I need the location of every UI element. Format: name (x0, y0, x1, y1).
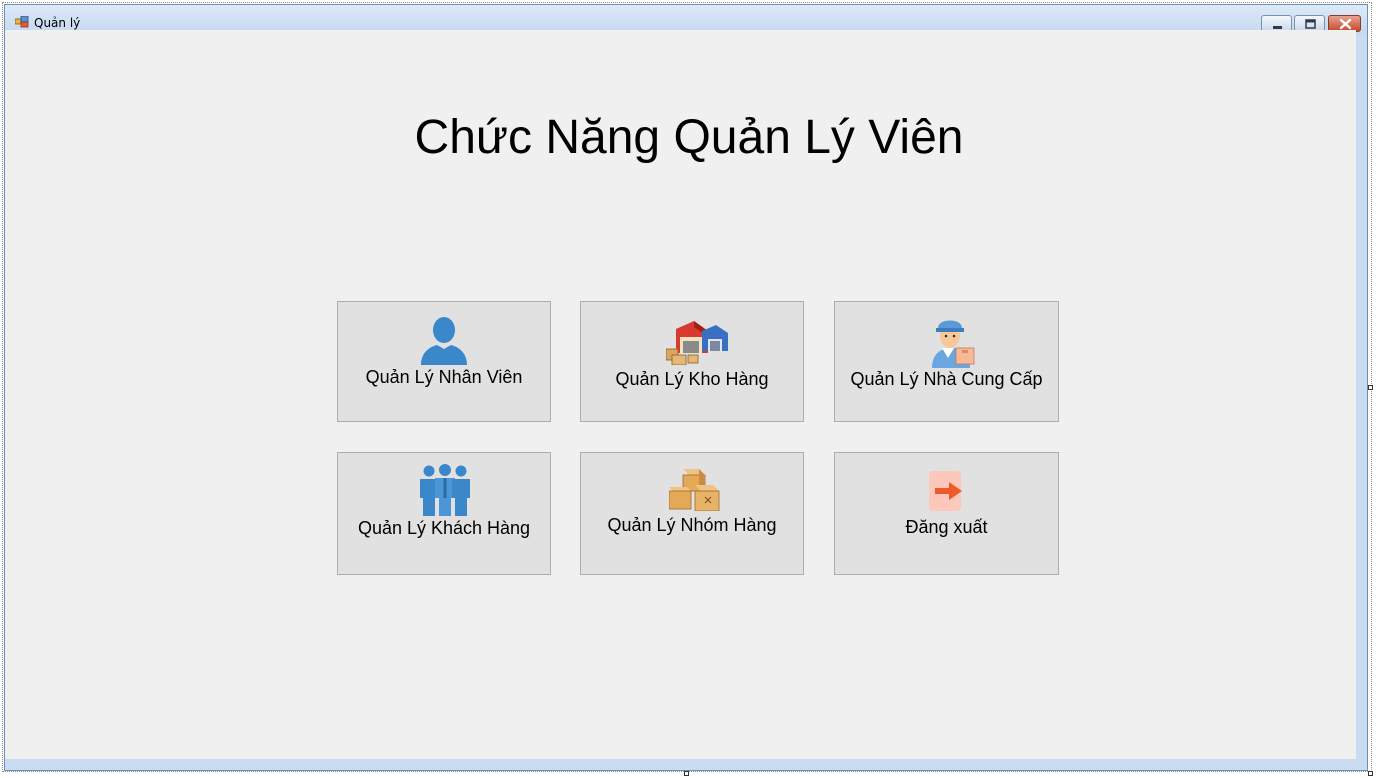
supplier-management-label: Quản Lý Nhà Cung Cấp (850, 369, 1043, 389)
window-title: Quản lý (34, 16, 81, 30)
group-of-people-icon (420, 464, 470, 516)
customer-management-label: Quản Lý Khách Hàng (357, 518, 531, 538)
employee-management-label: Quản Lý Nhân Viên (365, 367, 523, 387)
product-group-management-button[interactable]: Quản Lý Nhóm Hàng (580, 452, 804, 575)
delivery-man-icon (932, 320, 975, 368)
warehouse-management-label: Quản Lý Kho Hàng (615, 369, 769, 389)
resize-handle-corner[interactable] (1368, 771, 1373, 776)
resize-handle-bottom[interactable] (684, 771, 689, 776)
windows-form-icon (15, 16, 29, 28)
employee-management-button[interactable]: Quản Lý Nhân Viên (337, 301, 551, 422)
logout-arrow-icon (929, 471, 962, 511)
page-title: Chức Năng Quản Lý Viên (414, 111, 964, 164)
boxes-icon (669, 469, 720, 511)
supplier-management-button[interactable]: Quản Lý Nhà Cung Cấp (834, 301, 1059, 422)
customer-management-button[interactable]: Quản Lý Khách Hàng (337, 452, 551, 575)
warehouse-management-button[interactable]: Quản Lý Kho Hàng (580, 301, 804, 422)
resize-handle-right[interactable] (1368, 385, 1373, 390)
product-group-management-label: Quản Lý Nhóm Hàng (607, 515, 777, 535)
warehouse-icon (666, 321, 728, 365)
person-icon (421, 317, 467, 365)
logout-label: Đăng xuất (905, 517, 988, 537)
logout-button[interactable]: Đăng xuất (834, 452, 1059, 575)
